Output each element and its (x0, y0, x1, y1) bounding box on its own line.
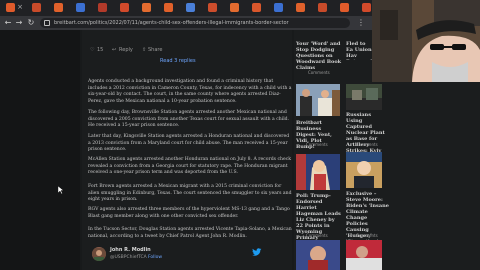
article-paragraph: RGV agents also arrested three members o… (88, 207, 290, 219)
extension-icon[interactable]: ⋮ (356, 18, 366, 28)
article-body: ♡ 15 ↩ Reply ⇧ Share Read 3 replies Agen… (82, 30, 292, 270)
reply-button[interactable]: Reply (119, 45, 133, 55)
tab-favicon[interactable] (32, 3, 41, 12)
tab-favicon[interactable] (252, 3, 261, 12)
forward-icon[interactable]: → (14, 18, 24, 28)
tab-close-icon[interactable]: × (16, 2, 24, 12)
article-paragraph: Later that day, Kingsville Station agent… (88, 134, 290, 153)
tab-favicon[interactable] (98, 3, 107, 12)
tab-favicon[interactable] (120, 3, 129, 12)
tab-favicon[interactable] (340, 3, 349, 12)
tweet-author-handle: @USBPChiefTCA (110, 255, 147, 260)
tab-favicon[interactable] (142, 3, 151, 12)
tab-favicon[interactable] (362, 3, 371, 12)
article-paragraph: The following day, Brownsville Station a… (88, 110, 290, 129)
tab-favicon[interactable] (54, 3, 63, 12)
url-text: breitbart.com/politics/2022/07/11/agents… (54, 20, 289, 26)
article-paragraph: Fort Brown agents arrested a Mexican mig… (88, 184, 292, 203)
heart-icon[interactable]: ♡ (90, 45, 94, 55)
card-thumbnail[interactable] (296, 240, 340, 270)
article-paragraph: Agents conducted a background investigat… (88, 79, 292, 105)
tab-favicon[interactable] (318, 3, 327, 12)
card-thumbnail (346, 152, 382, 188)
reply-icon[interactable]: ↩ (112, 45, 116, 55)
card-headline[interactable]: Russians Using Captured Nuclear Plant as… (346, 112, 386, 154)
card-headline[interactable]: Your 'Word' and Stop Dodging Questions o… (296, 41, 346, 71)
left-margin (0, 30, 80, 270)
card-comments[interactable]: Comments (306, 233, 328, 238)
webcam-overlay (372, 0, 480, 82)
tab-favicon[interactable] (76, 3, 85, 12)
tweet-author-name: John R. Modlin (110, 247, 151, 253)
tab-favicon[interactable] (230, 3, 239, 12)
tab-favicon[interactable] (186, 3, 195, 12)
read-replies-link[interactable]: Read 3 replies (160, 57, 196, 65)
tab-favicon[interactable] (274, 3, 283, 12)
tab-favicon[interactable] (164, 3, 173, 12)
share-icon[interactable]: ⇧ (142, 45, 146, 55)
card-comments[interactable]: Comments (356, 233, 378, 238)
card-comments[interactable]: Comments (308, 70, 330, 75)
card-thumbnail (296, 84, 340, 116)
card-comments[interactable]: Comments (356, 142, 378, 147)
tab-favicon[interactable] (208, 3, 217, 12)
tweet-follow-link[interactable]: Follow (148, 255, 162, 260)
card-thumbnail (296, 154, 340, 190)
card-thumbnail (346, 84, 382, 110)
share-button[interactable]: Share (148, 45, 162, 55)
tab-favicon[interactable] (6, 3, 15, 12)
reload-icon[interactable]: ↻ (26, 18, 36, 28)
card-headline[interactable]: Fled to Ea Union Hav Returned (346, 41, 372, 60)
avatar (92, 247, 106, 261)
card-comments[interactable]: Comments (306, 142, 328, 147)
address-bar[interactable]: breitbart.com/politics/2022/07/11/agents… (40, 18, 350, 28)
back-icon[interactable]: ← (3, 18, 13, 28)
card-thumbnail[interactable] (346, 240, 382, 270)
twitter-bird-icon (252, 248, 262, 256)
tab-favicon[interactable] (296, 3, 305, 12)
article-paragraph: In the Tucson Sector, Douglas Station ag… (88, 227, 292, 239)
article-paragraph: McAllen Station agents arrested another … (88, 157, 292, 176)
embedded-tweet[interactable]: John R. Modlin @USBPChiefTCA Follow (92, 247, 262, 265)
lock-icon (44, 20, 50, 26)
like-count: 15 (97, 47, 104, 53)
mouse-cursor-icon (58, 186, 64, 194)
